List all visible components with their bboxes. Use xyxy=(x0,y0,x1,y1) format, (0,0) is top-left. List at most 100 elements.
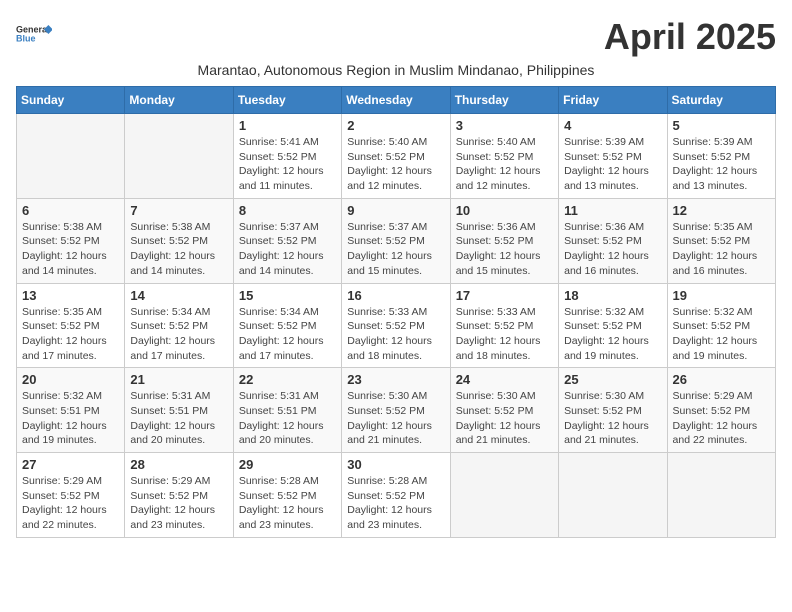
day-info: Sunrise: 5:29 AMSunset: 5:52 PMDaylight:… xyxy=(673,389,770,448)
calendar-day-header: Saturday xyxy=(667,87,775,114)
calendar-cell: 17 Sunrise: 5:33 AMSunset: 5:52 PMDayligh… xyxy=(450,283,558,368)
day-number: 13 xyxy=(22,288,119,303)
calendar-cell xyxy=(559,453,667,538)
calendar-day-header: Friday xyxy=(559,87,667,114)
day-number: 23 xyxy=(347,372,444,387)
day-number: 7 xyxy=(130,203,227,218)
day-info: Sunrise: 5:37 AMSunset: 5:52 PMDaylight:… xyxy=(239,220,336,279)
day-info: Sunrise: 5:28 AMSunset: 5:52 PMDaylight:… xyxy=(347,474,444,533)
calendar-cell: 10 Sunrise: 5:36 AMSunset: 5:52 PMDayligh… xyxy=(450,198,558,283)
day-info: Sunrise: 5:29 AMSunset: 5:52 PMDaylight:… xyxy=(130,474,227,533)
svg-text:Blue: Blue xyxy=(16,34,36,44)
month-title: April 2025 xyxy=(604,16,776,58)
day-number: 16 xyxy=(347,288,444,303)
day-number: 2 xyxy=(347,118,444,133)
day-info: Sunrise: 5:38 AMSunset: 5:52 PMDaylight:… xyxy=(130,220,227,279)
day-number: 19 xyxy=(673,288,770,303)
day-info: Sunrise: 5:39 AMSunset: 5:52 PMDaylight:… xyxy=(564,135,661,194)
day-info: Sunrise: 5:28 AMSunset: 5:52 PMDaylight:… xyxy=(239,474,336,533)
calendar-cell: 25 Sunrise: 5:30 AMSunset: 5:52 PMDayligh… xyxy=(559,368,667,453)
calendar-cell: 18 Sunrise: 5:32 AMSunset: 5:52 PMDayligh… xyxy=(559,283,667,368)
day-info: Sunrise: 5:33 AMSunset: 5:52 PMDaylight:… xyxy=(347,305,444,364)
calendar-cell: 20 Sunrise: 5:32 AMSunset: 5:51 PMDayligh… xyxy=(17,368,125,453)
day-info: Sunrise: 5:38 AMSunset: 5:52 PMDaylight:… xyxy=(22,220,119,279)
day-number: 28 xyxy=(130,457,227,472)
day-number: 11 xyxy=(564,203,661,218)
calendar-cell: 8 Sunrise: 5:37 AMSunset: 5:52 PMDaylight… xyxy=(233,198,341,283)
calendar-cell: 28 Sunrise: 5:29 AMSunset: 5:52 PMDayligh… xyxy=(125,453,233,538)
calendar-cell: 5 Sunrise: 5:39 AMSunset: 5:52 PMDaylight… xyxy=(667,114,775,199)
calendar-cell: 13 Sunrise: 5:35 AMSunset: 5:52 PMDayligh… xyxy=(17,283,125,368)
day-info: Sunrise: 5:30 AMSunset: 5:52 PMDaylight:… xyxy=(456,389,553,448)
day-number: 26 xyxy=(673,372,770,387)
day-number: 24 xyxy=(456,372,553,387)
day-number: 12 xyxy=(673,203,770,218)
day-number: 27 xyxy=(22,457,119,472)
day-number: 15 xyxy=(239,288,336,303)
day-number: 5 xyxy=(673,118,770,133)
calendar-day-header: Monday xyxy=(125,87,233,114)
day-number: 6 xyxy=(22,203,119,218)
day-info: Sunrise: 5:30 AMSunset: 5:52 PMDaylight:… xyxy=(347,389,444,448)
calendar-cell xyxy=(125,114,233,199)
day-info: Sunrise: 5:32 AMSunset: 5:51 PMDaylight:… xyxy=(22,389,119,448)
day-number: 25 xyxy=(564,372,661,387)
calendar-day-header: Thursday xyxy=(450,87,558,114)
day-number: 4 xyxy=(564,118,661,133)
calendar-cell: 24 Sunrise: 5:30 AMSunset: 5:52 PMDayligh… xyxy=(450,368,558,453)
day-info: Sunrise: 5:36 AMSunset: 5:52 PMDaylight:… xyxy=(564,220,661,279)
calendar-subtitle: Marantao, Autonomous Region in Muslim Mi… xyxy=(16,62,776,78)
calendar-cell: 11 Sunrise: 5:36 AMSunset: 5:52 PMDayligh… xyxy=(559,198,667,283)
calendar-table: SundayMondayTuesdayWednesdayThursdayFrid… xyxy=(16,86,776,538)
calendar-cell: 27 Sunrise: 5:29 AMSunset: 5:52 PMDayligh… xyxy=(17,453,125,538)
calendar-day-header: Wednesday xyxy=(342,87,450,114)
day-info: Sunrise: 5:36 AMSunset: 5:52 PMDaylight:… xyxy=(456,220,553,279)
logo: General Blue xyxy=(16,16,52,52)
calendar-cell: 9Sunrise: 5:37 AMSunset: 5:52 PMDaylight… xyxy=(342,198,450,283)
day-number: 17 xyxy=(456,288,553,303)
day-info: Sunrise: 5:33 AMSunset: 5:52 PMDaylight:… xyxy=(456,305,553,364)
day-number: 14 xyxy=(130,288,227,303)
day-info: Sunrise: 5:32 AMSunset: 5:52 PMDaylight:… xyxy=(673,305,770,364)
day-number: 9 xyxy=(347,203,444,218)
day-info: Sunrise: 5:41 AMSunset: 5:52 PMDaylight:… xyxy=(239,135,336,194)
calendar-day-header: Tuesday xyxy=(233,87,341,114)
day-info: Sunrise: 5:40 AMSunset: 5:52 PMDaylight:… xyxy=(456,135,553,194)
calendar-cell: 2Sunrise: 5:40 AMSunset: 5:52 PMDaylight… xyxy=(342,114,450,199)
day-info: Sunrise: 5:34 AMSunset: 5:52 PMDaylight:… xyxy=(239,305,336,364)
day-number: 1 xyxy=(239,118,336,133)
calendar-cell: 30 Sunrise: 5:28 AMSunset: 5:52 PMDayligh… xyxy=(342,453,450,538)
calendar-cell xyxy=(450,453,558,538)
calendar-cell: 21Sunrise: 5:31 AMSunset: 5:51 PMDayligh… xyxy=(125,368,233,453)
day-number: 8 xyxy=(239,203,336,218)
calendar-cell xyxy=(17,114,125,199)
day-number: 30 xyxy=(347,457,444,472)
day-info: Sunrise: 5:35 AMSunset: 5:52 PMDaylight:… xyxy=(22,305,119,364)
calendar-day-header: Sunday xyxy=(17,87,125,114)
day-info: Sunrise: 5:30 AMSunset: 5:52 PMDaylight:… xyxy=(564,389,661,448)
day-info: Sunrise: 5:35 AMSunset: 5:52 PMDaylight:… xyxy=(673,220,770,279)
calendar-cell xyxy=(667,453,775,538)
calendar-cell: 29Sunrise: 5:28 AMSunset: 5:52 PMDayligh… xyxy=(233,453,341,538)
calendar-cell: 6 Sunrise: 5:38 AMSunset: 5:52 PMDaylight… xyxy=(17,198,125,283)
day-info: Sunrise: 5:31 AMSunset: 5:51 PMDaylight:… xyxy=(130,389,227,448)
day-info: Sunrise: 5:29 AMSunset: 5:52 PMDaylight:… xyxy=(22,474,119,533)
day-number: 3 xyxy=(456,118,553,133)
calendar-cell: 23 Sunrise: 5:30 AMSunset: 5:52 PMDayligh… xyxy=(342,368,450,453)
day-info: Sunrise: 5:34 AMSunset: 5:52 PMDaylight:… xyxy=(130,305,227,364)
calendar-cell: 19 Sunrise: 5:32 AMSunset: 5:52 PMDayligh… xyxy=(667,283,775,368)
day-number: 18 xyxy=(564,288,661,303)
day-info: Sunrise: 5:32 AMSunset: 5:52 PMDaylight:… xyxy=(564,305,661,364)
calendar-cell: 16 Sunrise: 5:33 AMSunset: 5:52 PMDayligh… xyxy=(342,283,450,368)
calendar-cell: 7 Sunrise: 5:38 AMSunset: 5:52 PMDaylight… xyxy=(125,198,233,283)
day-info: Sunrise: 5:39 AMSunset: 5:52 PMDaylight:… xyxy=(673,135,770,194)
day-number: 20 xyxy=(22,372,119,387)
calendar-cell: 4 Sunrise: 5:39 AMSunset: 5:52 PMDaylight… xyxy=(559,114,667,199)
day-number: 10 xyxy=(456,203,553,218)
calendar-cell: 12 Sunrise: 5:35 AMSunset: 5:52 PMDayligh… xyxy=(667,198,775,283)
calendar-cell: 14 Sunrise: 5:34 AMSunset: 5:52 PMDayligh… xyxy=(125,283,233,368)
calendar-cell: 22Sunrise: 5:31 AMSunset: 5:51 PMDayligh… xyxy=(233,368,341,453)
day-info: Sunrise: 5:31 AMSunset: 5:51 PMDaylight:… xyxy=(239,389,336,448)
calendar-cell: 3 Sunrise: 5:40 AMSunset: 5:52 PMDaylight… xyxy=(450,114,558,199)
calendar-cell: 15 Sunrise: 5:34 AMSunset: 5:52 PMDayligh… xyxy=(233,283,341,368)
